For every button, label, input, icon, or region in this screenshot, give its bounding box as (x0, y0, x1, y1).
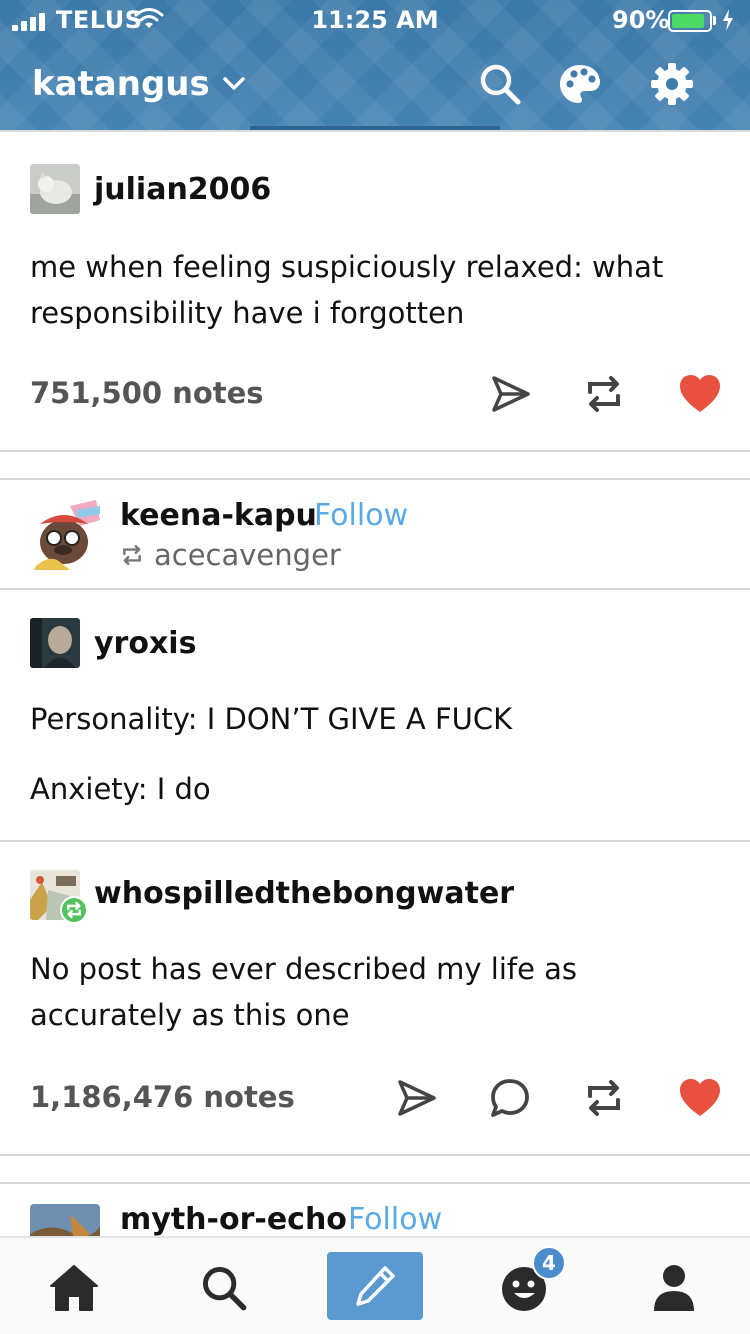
post-card: julian2006 me when feeling suspiciously … (0, 132, 750, 452)
share-icon[interactable] (488, 372, 532, 416)
compose-icon (356, 1266, 395, 1306)
thread-paragraph: Personality: I DON’T GIVE A FUCK (30, 702, 513, 736)
post-author[interactable]: keena-kapu (120, 498, 317, 533)
share-icon[interactable] (394, 1076, 438, 1120)
avatar[interactable] (30, 1204, 100, 1236)
palette-icon[interactable] (558, 62, 602, 106)
reblogged-from[interactable]: acecavenger (120, 538, 341, 572)
reply-icon[interactable] (488, 1076, 532, 1120)
tab-account[interactable] (646, 1260, 702, 1316)
status-bar: TELUS 11:25 AM 90% (0, 0, 750, 40)
notes-count[interactable]: 1,186,476 notes (30, 1080, 295, 1114)
post-author[interactable]: julian2006 (94, 172, 271, 207)
battery-icon (668, 10, 712, 32)
avatar[interactable] (30, 164, 80, 214)
post-card: keena-kapu Follow acecavenger yroxis Per… (0, 478, 750, 1156)
account-icon (654, 1265, 694, 1311)
blog-switcher[interactable]: katangus (32, 64, 246, 104)
post-gap (0, 1156, 750, 1184)
chevron-down-icon (223, 77, 245, 90)
battery-percent: 90% (612, 6, 670, 34)
battery-tip (713, 16, 716, 25)
gear-icon[interactable] (650, 62, 694, 106)
thread-author[interactable]: yroxis (94, 626, 196, 661)
search-icon (203, 1267, 247, 1311)
divider (0, 840, 750, 842)
activity-badge: 4 (532, 1246, 566, 1280)
home-icon (50, 1265, 98, 1311)
post-card: myth-or-echo Follow (0, 1182, 750, 1236)
heart-icon[interactable] (678, 1076, 722, 1120)
reblog-source-name: acecavenger (154, 538, 341, 572)
follow-button[interactable]: Follow (314, 498, 408, 533)
charging-icon (723, 9, 733, 31)
dashboard-feed[interactable]: julian2006 me when feeling suspiciously … (0, 132, 750, 1236)
reblog-icon[interactable] (582, 1076, 626, 1120)
blog-name: katangus (32, 64, 210, 104)
tab-search[interactable] (196, 1260, 252, 1316)
thread-paragraph: No post has ever described my life as ac… (30, 952, 578, 1032)
heart-icon[interactable] (678, 372, 722, 416)
search-icon[interactable] (478, 62, 522, 106)
reblog-icon (123, 545, 141, 565)
avatar[interactable] (30, 500, 100, 570)
notes-count[interactable]: 751,500 notes (30, 376, 264, 410)
thread-paragraph: Anxiety: I do (30, 772, 211, 806)
post-gap (0, 452, 750, 480)
follow-button[interactable]: Follow (348, 1202, 442, 1236)
reblog-badge-icon (60, 896, 88, 924)
bottom-tab-bar: 4 (0, 1236, 750, 1334)
tab-home[interactable] (46, 1260, 102, 1316)
avatar[interactable] (30, 618, 80, 668)
post-author[interactable]: myth-or-echo (120, 1202, 347, 1236)
divider (0, 588, 750, 590)
thread-author[interactable]: whospilledthebongwater (94, 876, 514, 911)
compose-button[interactable] (327, 1252, 423, 1320)
reblog-icon[interactable] (582, 372, 626, 416)
post-body: me when feeling suspiciously relaxed: wh… (30, 250, 664, 330)
top-bar: TELUS 11:25 AM 90% katangus (0, 0, 750, 130)
